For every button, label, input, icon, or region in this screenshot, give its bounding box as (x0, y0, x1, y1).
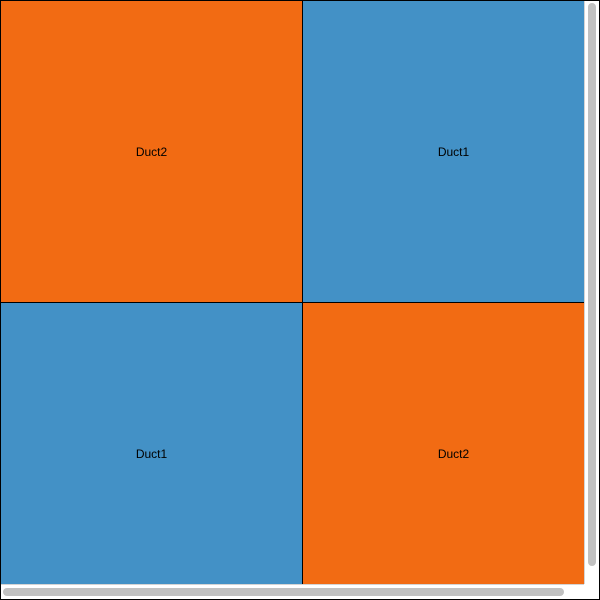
horizontal-scrollbar-thumb[interactable] (3, 588, 564, 596)
cell-label: Duct1 (135, 446, 168, 461)
scrollbar-corner (584, 584, 599, 599)
cell-label: Duct1 (437, 144, 470, 159)
vertical-scrollbar-thumb[interactable] (588, 3, 596, 566)
grid-cell-duct1[interactable]: Duct1 (303, 1, 599, 303)
cell-label: Duct2 (437, 446, 470, 461)
grid-cell-duct1[interactable]: Duct1 (1, 303, 303, 599)
duct-grid: Duct2 Duct1 Duct1 Duct2 (1, 1, 599, 599)
scroll-viewport[interactable]: Duct2 Duct1 Duct1 Duct2 (0, 0, 600, 600)
cell-label: Duct2 (135, 144, 168, 159)
grid-cell-duct2[interactable]: Duct2 (1, 1, 303, 303)
horizontal-scrollbar[interactable] (1, 584, 584, 599)
grid-cell-duct2[interactable]: Duct2 (303, 303, 599, 599)
vertical-scrollbar[interactable] (584, 1, 599, 584)
